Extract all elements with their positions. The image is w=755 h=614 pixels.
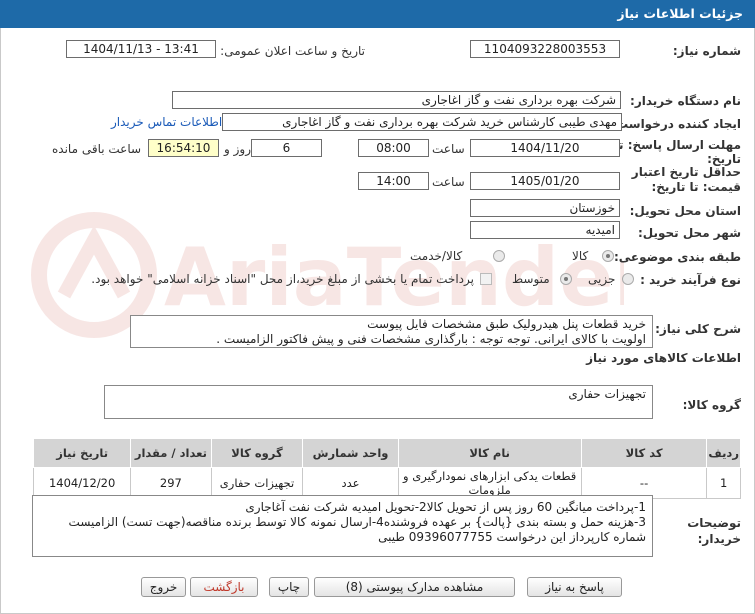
deadline-label-2: تاریخ: xyxy=(707,152,741,166)
deadline-label: مهلت ارسال پاسخ: تا xyxy=(614,138,742,152)
process-medium-label: متوسط xyxy=(512,272,550,286)
days-field: 6 xyxy=(251,139,322,157)
cell-unit: عدد xyxy=(302,467,399,499)
page-header: جزئیات اطلاعات نیاز xyxy=(0,0,755,28)
table-header-row: تاریخ نیاز تعداد / مقدار گروه کالا واحد … xyxy=(32,438,741,468)
cell-row: 1 xyxy=(706,467,741,499)
process-label: نوع فرآیند خرید : xyxy=(640,273,741,287)
cell-goods-group: تجهیزات حفاری xyxy=(210,467,304,499)
table-row: 1404/12/20 297 تجهیزات حفاری عدد قطعات ی… xyxy=(32,467,741,499)
page-title: جزئیات اطلاعات نیاز xyxy=(617,6,743,21)
category-goods-service-label: کالا/خدمت xyxy=(410,249,463,263)
col-row: ردیف xyxy=(706,438,741,468)
buyer-field: شرکت بهره برداری نفت و گاز اغاجاری xyxy=(172,91,621,109)
goods-group-textarea: تجهیزات حفاری xyxy=(104,385,653,419)
validity-label-2: قیمت: تا تاریخ: xyxy=(651,180,741,194)
description-label: شرح کلی نیاز: xyxy=(655,322,741,336)
remaining-time-field: 16:54:10 xyxy=(148,139,219,157)
province-field: خوزستان xyxy=(470,199,620,217)
validity-time-label: ساعت xyxy=(432,175,465,189)
validity-time-field: 14:00 xyxy=(358,172,429,190)
goods-info-title: اطلاعات کالاهای مورد نیاز xyxy=(586,351,741,365)
treasury-payment-note: پرداخت تمام یا بخشی از مبلغ خرید،از محل … xyxy=(91,272,474,286)
category-goods-radio[interactable] xyxy=(602,250,614,262)
validity-date-field: 1405/01/20 xyxy=(470,172,620,190)
province-label: استان محل تحویل: xyxy=(629,204,741,218)
cell-goods-code: -- xyxy=(580,467,708,499)
description-line-2: اولویت با کالای ایرانی. توجه توجه : بارگ… xyxy=(216,332,646,346)
goods-group-value: تجهیزات حفاری xyxy=(568,387,646,401)
creator-field: مهدی طیبی کارشناس خرید شرکت بهره برداری … xyxy=(222,113,622,131)
deadline-time-field: 08:00 xyxy=(358,139,429,157)
buyer-notes-line-1: 1-پرداخت میانگین 60 روز پس از تحویل کالا… xyxy=(245,500,646,514)
announce-label: تاریخ و ساعت اعلان عمومی: xyxy=(220,44,365,58)
cell-quantity: 297 xyxy=(130,467,212,499)
process-medium-radio[interactable] xyxy=(560,273,572,285)
col-need-date: تاریخ نیاز xyxy=(32,438,132,468)
cell-goods-name: قطعات یدکی ابزارهای نمودارگیری و ملزومات xyxy=(397,467,582,499)
col-unit: واحد شمارش xyxy=(302,438,399,468)
goods-group-label: گروه کالا: xyxy=(682,398,741,412)
category-label: طبقه بندی موضوعی: xyxy=(613,250,741,264)
print-button[interactable]: چاپ xyxy=(269,577,309,597)
remaining-label: ساعت باقی مانده xyxy=(52,142,142,156)
buyer-label: نام دستگاه خریدار: xyxy=(630,94,741,108)
buyer-notes-label-2: خریدار: xyxy=(697,532,741,546)
days-label: روز و xyxy=(224,142,251,156)
buyer-notes-line-2: 3-هزینه حمل و بسته بندی {پالت} بر عهده ف… xyxy=(68,515,646,529)
col-goods-group: گروه کالا xyxy=(210,438,304,468)
items-table: تاریخ نیاز تعداد / مقدار گروه کالا واحد … xyxy=(32,438,741,499)
treasury-payment-checkbox[interactable] xyxy=(480,273,492,285)
need-number-label: شماره نیاز: xyxy=(672,44,741,58)
process-minor-radio[interactable] xyxy=(622,273,634,285)
deadline-date-field: 1404/11/20 xyxy=(470,139,620,157)
description-textarea: خرید قطعات پنل هیدرولیک طبق مشخصات فایل … xyxy=(130,315,653,348)
announce-field: 1404/11/13 - 13:41 xyxy=(66,40,216,58)
description-line-1: خرید قطعات پنل هیدرولیک طبق مشخصات فایل … xyxy=(367,317,646,331)
category-goods-label: کالا xyxy=(572,249,589,263)
buyer-notes-textarea: 1-پرداخت میانگین 60 روز پس از تحویل کالا… xyxy=(32,495,653,557)
back-button[interactable]: بازگشت xyxy=(190,577,258,597)
exit-button[interactable]: خروج xyxy=(141,577,186,597)
city-label: شهر محل تحویل: xyxy=(637,226,741,240)
buyer-contact-link[interactable]: اطلاعات تماس خریدار xyxy=(111,115,222,129)
view-attachments-button[interactable]: مشاهده مدارک پیوستی (8) xyxy=(314,577,515,597)
need-number-field: 1104093228003553 xyxy=(470,40,620,58)
category-goods-service-radio[interactable] xyxy=(493,250,505,262)
reply-button[interactable]: پاسخ به نیاز xyxy=(527,577,622,597)
creator-label: ایجاد کننده درخواست: xyxy=(611,117,741,131)
deadline-time-label: ساعت xyxy=(432,142,465,156)
col-quantity: تعداد / مقدار xyxy=(130,438,212,468)
process-minor-label: جزیی xyxy=(588,272,616,286)
buyer-notes-label: توضیحات xyxy=(687,516,741,530)
col-goods-code: کد کالا xyxy=(580,438,708,468)
city-field: امیدیه xyxy=(470,221,620,239)
cell-need-date: 1404/12/20 xyxy=(32,467,132,499)
col-goods-name: نام کالا xyxy=(397,438,582,468)
validity-label: حداقل تاریخ اعتبار xyxy=(631,165,741,179)
buyer-notes-line-3: شماره کارپرداز این درخواست 09396077755 ط… xyxy=(378,530,646,544)
